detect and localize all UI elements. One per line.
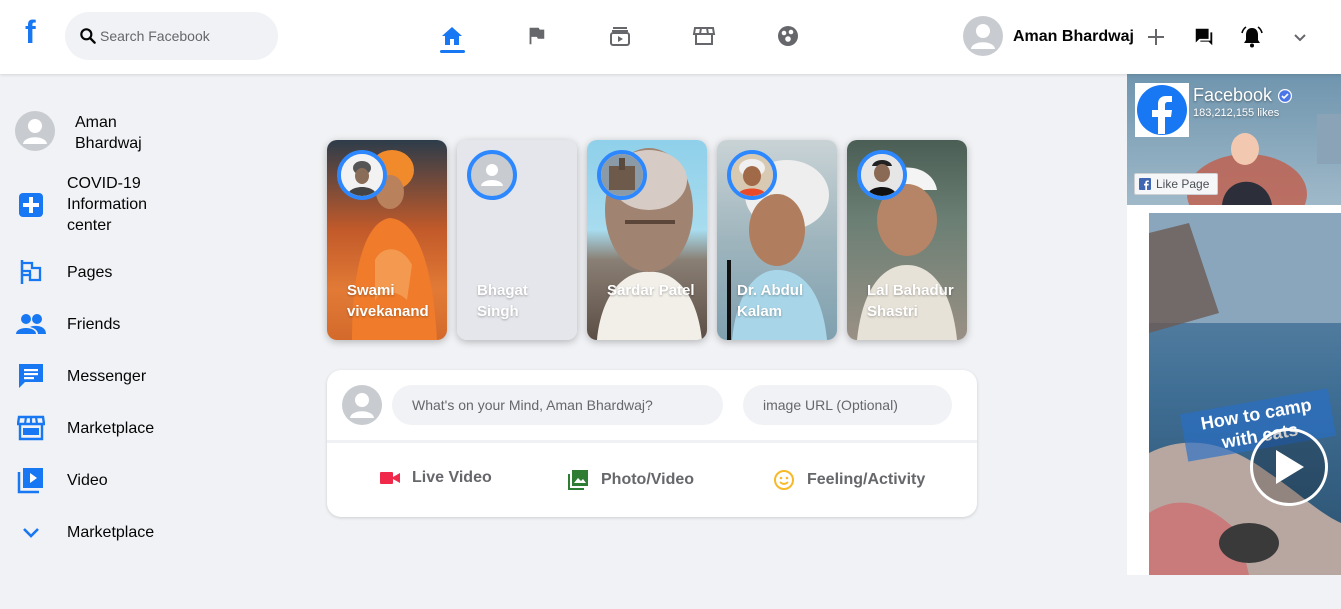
- page-name[interactable]: Facebook: [1193, 85, 1293, 106]
- page-logo: [1135, 83, 1189, 137]
- post-input[interactable]: [392, 385, 723, 425]
- story-card[interactable]: Dr. Abdul Kalam: [717, 140, 837, 340]
- sidebar-item-covid[interactable]: COVID-19 Information center: [16, 173, 177, 236]
- groups-icon[interactable]: [774, 22, 802, 50]
- smile-icon: [774, 470, 794, 490]
- pages-flag-icon: [16, 257, 46, 287]
- avatar: [342, 385, 382, 425]
- covid-cross-icon: [16, 190, 46, 220]
- photo-icon: [568, 470, 588, 490]
- flag-icon[interactable]: [522, 22, 550, 50]
- notification-bell-icon[interactable]: [1239, 24, 1265, 50]
- sidebar-item-label: Marketplace: [67, 523, 155, 541]
- option-label: Live Video: [412, 469, 492, 486]
- live-video-icon: [380, 472, 400, 484]
- watch-icon[interactable]: [606, 22, 634, 50]
- marketplace-store-icon: [16, 413, 46, 443]
- video-thumbnail: How to camp with cats: [1149, 213, 1341, 575]
- story-name: Sardar Patel: [607, 282, 695, 299]
- video-embed[interactable]: How to camp with cats: [1127, 205, 1341, 575]
- feeling-activity-button[interactable]: Feeling/Activity: [773, 469, 925, 491]
- verified-badge-icon: [1278, 88, 1293, 103]
- sidebar-item-pages[interactable]: Pages: [16, 257, 177, 287]
- sidebar-item-label: Video: [67, 471, 108, 489]
- facebook-page-plugin[interactable]: Facebook 183,212,155 likes Like Page: [1127, 74, 1341, 205]
- story-name: Bhagat Singh: [477, 282, 528, 320]
- top-navbar: f Aman Bhardwaj: [0, 0, 1341, 74]
- option-label: Feeling/Activity: [807, 471, 926, 488]
- story-avatar: [857, 150, 907, 200]
- like-page-label: Like Page: [1156, 177, 1210, 191]
- sidebar-item-label: Pages: [67, 263, 113, 281]
- search-icon: [80, 28, 96, 44]
- live-video-button[interactable]: Live Video: [380, 469, 492, 487]
- friends-icon: [16, 309, 46, 339]
- chevron-down-icon: [16, 517, 46, 547]
- home-icon[interactable]: [438, 22, 466, 50]
- avatar: [15, 111, 55, 151]
- divider: [327, 440, 977, 443]
- marketplace-icon[interactable]: [690, 22, 718, 50]
- story-card[interactable]: Lal Bahadur Shastri: [847, 140, 967, 340]
- sidebar-item-label: Friends: [67, 315, 121, 333]
- sidebar-user[interactable]: Aman Bhardwaj: [15, 111, 165, 154]
- play-icon: [1276, 450, 1304, 484]
- story-name: Dr. Abdul Kalam: [737, 282, 804, 320]
- sidebar-item-label: COVID-19 Information center: [67, 175, 148, 234]
- facebook-circle-icon: [1137, 85, 1187, 135]
- messenger-icon[interactable]: [1191, 24, 1217, 50]
- sidebar-user-name: Aman Bhardwaj: [75, 114, 142, 152]
- facebook-logo[interactable]: f: [25, 14, 47, 50]
- like-page-button[interactable]: Like Page: [1134, 173, 1218, 195]
- sidebar-item-see-more[interactable]: Marketplace: [16, 517, 177, 547]
- sidebar-item-label: Messenger: [67, 367, 147, 385]
- search-box[interactable]: [65, 12, 278, 60]
- story-avatar: [727, 150, 777, 200]
- sidebar-item-marketplace[interactable]: Marketplace: [16, 413, 177, 443]
- image-url-input[interactable]: [743, 385, 952, 425]
- sidebar-item-messenger[interactable]: Messenger: [16, 361, 177, 391]
- search-input[interactable]: [100, 28, 260, 44]
- page-likes: 183,212,155 likes: [1193, 107, 1280, 119]
- photo-video-button[interactable]: Photo/Video: [567, 469, 694, 491]
- plus-icon[interactable]: [1143, 24, 1169, 50]
- active-tab-indicator: [440, 50, 465, 53]
- play-button[interactable]: [1250, 428, 1328, 506]
- video-play-icon: [16, 465, 46, 495]
- story-name: Swami vivekanand: [347, 282, 429, 320]
- story-name: Lal Bahadur Shastri: [867, 282, 954, 320]
- story-avatar: [597, 150, 647, 200]
- sidebar-item-label: Marketplace: [67, 419, 155, 437]
- post-composer: Live Video Photo/Video Feeling/Activity: [327, 370, 977, 517]
- story-card[interactable]: Swami vivekanand: [327, 140, 447, 340]
- messenger-chat-icon: [16, 361, 46, 391]
- story-avatar: [337, 150, 387, 200]
- header-user-name[interactable]: Aman Bhardwaj: [1013, 28, 1134, 46]
- story-card[interactable]: Sardar Patel: [587, 140, 707, 340]
- header-avatar[interactable]: [963, 16, 1003, 56]
- facebook-f-icon: [1139, 178, 1151, 190]
- sidebar-item-friends[interactable]: Friends: [16, 309, 177, 339]
- chevron-down-icon[interactable]: [1287, 24, 1313, 50]
- option-label: Photo/Video: [601, 471, 695, 488]
- page-name-text: Facebook: [1193, 85, 1273, 105]
- story-card[interactable]: Bhagat Singh: [457, 140, 577, 340]
- sidebar-item-video[interactable]: Video: [16, 465, 177, 495]
- story-avatar: [467, 150, 517, 200]
